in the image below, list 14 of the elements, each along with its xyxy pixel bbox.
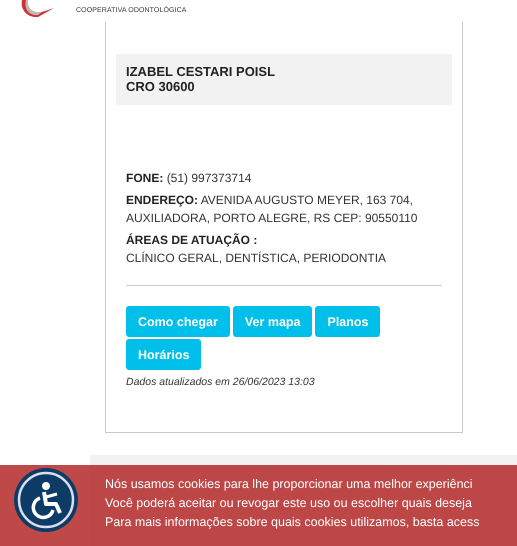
cookie-notice-line: Você poderá aceitar ou revogar este uso ou escolher quais deseja (105, 495, 473, 512)
updated-note: Dados atualizados em 26/06/2023 13:03 (126, 376, 316, 388)
cookie-notice-line: Para mais informações sobre quais cookies utilizamos, basta acess (105, 514, 480, 531)
detail-text: FONE: (51) 997373714 (126, 170, 252, 187)
action-button[interactable]: Planos (315, 306, 380, 337)
action-button[interactable]: Ver mapa (232, 306, 312, 337)
registration-number: CRO 30600 (126, 79, 196, 94)
dentist-name: IZABEL CESTARI POISL (126, 64, 276, 79)
detail-text: ENDEREÇO: AVENIDA AUGUSTO MEYER, 163 704, AUXILIADORA, PORTO ALEGRE, RS CEP: 90550110 (126, 192, 418, 227)
action-button[interactable]: Horários (126, 339, 202, 370)
cookie-notice-line: Nós usamos cookies para lhe proporcionar uma melhor experiênci (105, 476, 474, 493)
accessibility-icon[interactable] (13, 467, 79, 533)
action-button[interactable]: Como chegar (126, 306, 230, 337)
detail-text: ÁREAS DE ATUAÇÃO : CLÍNICO GERAL, DENTÍSTICA, PERIODONTIA (126, 232, 388, 267)
